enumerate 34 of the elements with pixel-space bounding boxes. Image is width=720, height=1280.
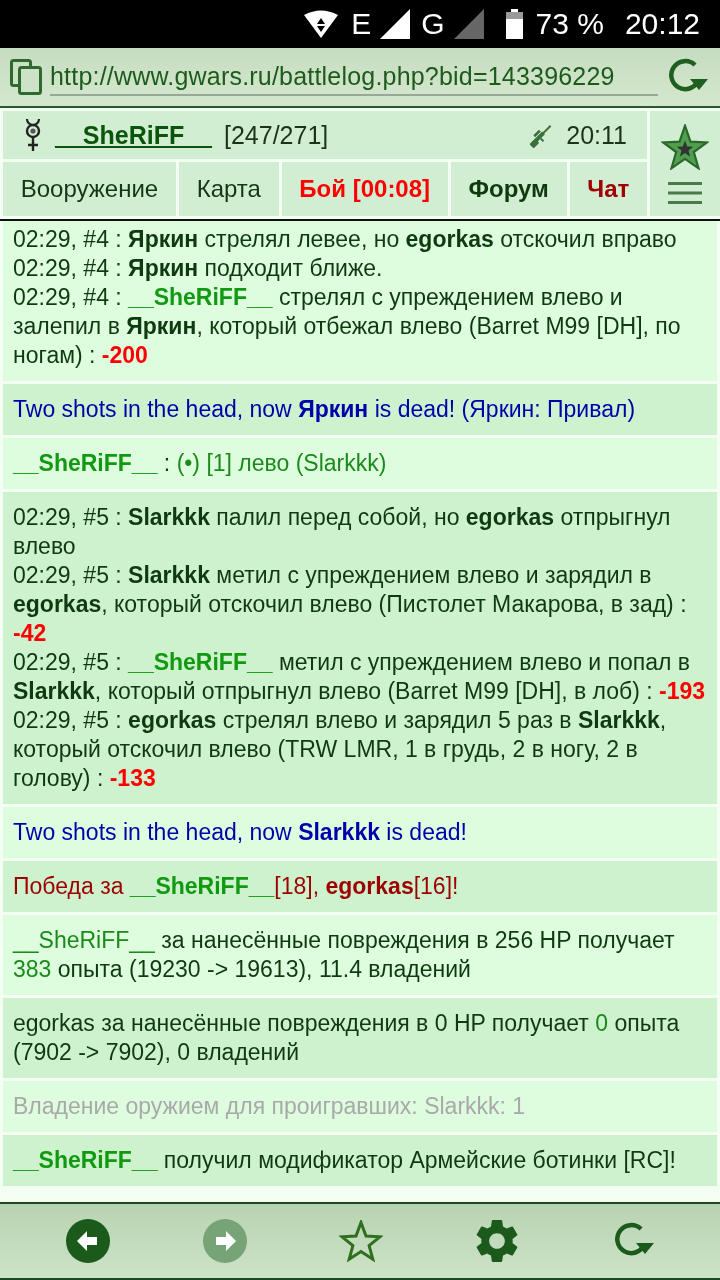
kill-message: Two shots in the head, now Яркин is dead! (Яркин: Привал): [13, 395, 637, 424]
battery-text: 73 %: [535, 7, 604, 41]
url-field[interactable]: http://www.gwars.ru/battlelog.php?bid=143396229: [50, 58, 658, 96]
nav-tab[interactable]: Форум: [450, 162, 567, 216]
copy-icon[interactable]: [10, 59, 42, 95]
network-label: E: [351, 7, 372, 41]
log-message: Владение оружием для проигравших: Slarkkk: 1: [13, 1092, 527, 1121]
log-line: 02:29, #4 : Яркин стрелял левее, но egorkas отскочил вправо: [13, 225, 678, 254]
settings-icon[interactable]: [475, 1219, 520, 1263]
clock-text: 20:12: [624, 7, 700, 41]
nav-tab[interactable]: Чат: [569, 162, 647, 216]
log-line: __SheRiFF__ : (•) [1] лево (Slarkkk): [13, 449, 388, 478]
network-label: G: [421, 7, 445, 41]
log-line: 02:29, #4 : __SheRiFF__ стрелял с упреждением влево и залепил в Яркин, который отбежал влево (Barret M99 [DH], по ногам) : -200: [13, 283, 682, 370]
game-time-text: 20:11: [566, 120, 627, 150]
nav-tab[interactable]: Карта: [178, 162, 279, 216]
battery-icon: [505, 9, 523, 39]
reward-message: __SheRiFF__ получил модификатор Армейские ботинки [RC]!: [13, 1146, 677, 1175]
nav-tab[interactable]: Вооружение: [3, 162, 176, 216]
log-line: 02:29, #5 : __SheRiFF__ метил с упреждением влево и попал в Slarkkk, который отпрыгнул влево (Barret M99 [DH], в лоб) : -193: [13, 648, 707, 706]
reward-message: __SheRiFF__ за нанесённые повреждения в 256 HP получает 383 опыта (19230 -> 19613), 11.4 владений: [13, 926, 676, 984]
reward-message: egorkas за нанесённые повреждения в 0 HP получает 0 опыта (7902 -> 7902), 0 владений: [13, 1009, 681, 1067]
menu-icon[interactable]: [668, 181, 702, 204]
victory-message: Победа за __SheRiFF__[18], egorkas[16]!: [13, 872, 460, 901]
log-line: 02:29, #4 : Яркин подходит ближе.: [13, 254, 384, 283]
star-icon[interactable]: [661, 123, 709, 170]
log-line: 02:29, #5 : egorkas стрелял влево и зарядил 5 раз в Slarkkk, который отскочил влево (TRW LMR, 1 в грудь, 2 в ногу, 2 в голову) : -133: [13, 706, 668, 793]
player-link[interactable]: __SheRiFF__: [55, 120, 212, 150]
health-text: [247/271]: [224, 120, 329, 150]
wifi-icon: [304, 10, 339, 38]
kill-message: Two shots in the head, now Slarkkk is dead!: [13, 818, 468, 847]
log-line: 02:29, #5 : Slarkkk метил с упреждением влево и зарядил в egorkas, который отскочил влево (Пистолет Макарова, в зад) : -42: [13, 561, 688, 648]
mercury-symbol-icon: [23, 118, 43, 152]
star-icon[interactable]: [338, 1220, 383, 1262]
